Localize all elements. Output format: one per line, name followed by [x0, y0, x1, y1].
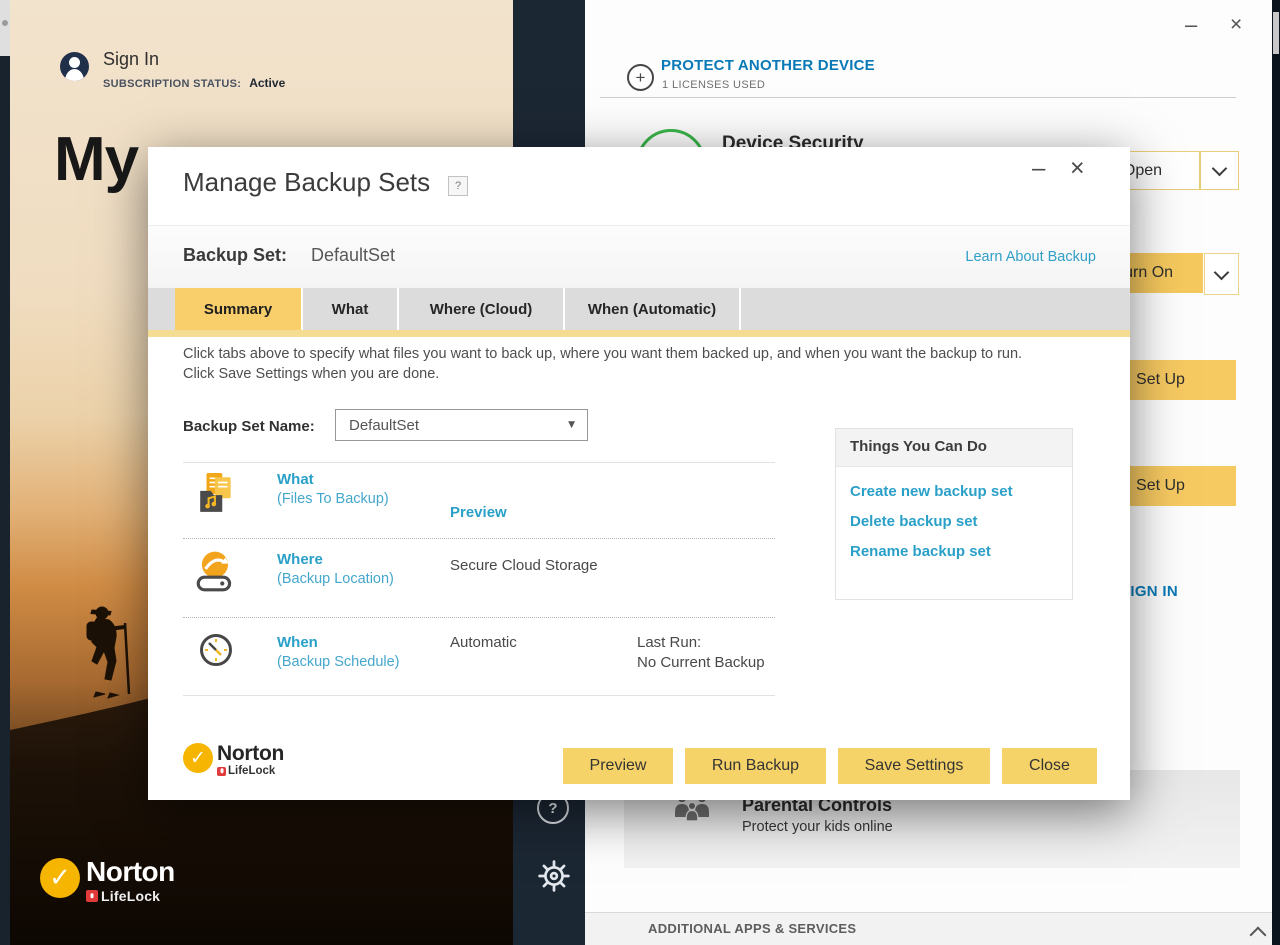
background-scrollbar-sliver: [1273, 12, 1279, 54]
sign-in-link[interactable]: Sign In: [103, 49, 159, 70]
subscription-status-label: SUBSCRIPTION STATUS:: [103, 78, 241, 90]
tab-what[interactable]: What: [303, 288, 399, 330]
dialog-description-line1: Click tabs above to specify what files y…: [183, 346, 1022, 362]
when-link[interactable]: When: [277, 634, 318, 651]
where-value: Secure Cloud Storage: [450, 557, 598, 574]
user-avatar-icon[interactable]: [60, 52, 89, 81]
open-dropdown-chevron[interactable]: [1200, 151, 1239, 190]
delete-backup-set-link[interactable]: Delete backup set: [850, 513, 978, 530]
what-link[interactable]: What: [277, 471, 314, 488]
chevron-down-icon: [1214, 264, 1230, 280]
additional-apps-label: ADDITIONAL APPS & SERVICES: [648, 921, 856, 936]
divider: [183, 695, 775, 696]
licenses-used-text: 1 LICENSES USED: [662, 79, 765, 91]
row-when: When (Backup Schedule) Automatic Last Ru…: [183, 618, 775, 695]
last-run-value: No Current Backup: [637, 654, 765, 671]
subscription-status: SUBSCRIPTION STATUS: Active: [103, 76, 285, 90]
lifelock-lock-icon: [86, 890, 98, 902]
backup-set-label: Backup Set:: [183, 245, 287, 266]
window-minimize-button[interactable]: –: [1185, 12, 1197, 38]
dialog-tab-bar: Summary What Where (Cloud) When (Automat…: [148, 288, 1130, 330]
backup-summary-rows: What (Files To Backup) Preview Where (Ba…: [183, 462, 775, 696]
save-settings-button[interactable]: Save Settings: [838, 748, 990, 784]
tab-where-cloud[interactable]: Where (Cloud): [399, 288, 565, 330]
close-button[interactable]: Close: [1002, 748, 1097, 784]
backup-set-value: DefaultSet: [311, 245, 395, 266]
norton-lifelock-logo-small: ✓ Norton LifeLock: [183, 743, 284, 777]
row-where: Where (Backup Location) Secure Cloud Sto…: [183, 539, 775, 617]
window-close-button[interactable]: ×: [1230, 13, 1242, 37]
dropdown-caret-icon: ▼: [568, 420, 575, 430]
backup-schedule-clock-icon: [198, 632, 234, 668]
protect-another-device-link[interactable]: PROTECT ANOTHER DEVICE: [661, 57, 875, 74]
tab-accent-strip: [148, 330, 1130, 337]
background-window-titlebar-sliver: [0, 0, 10, 56]
create-new-backup-set-link[interactable]: Create new backup set: [850, 483, 1013, 500]
preview-link[interactable]: Preview: [450, 504, 507, 521]
parental-controls-subtitle: Protect your kids online: [742, 819, 893, 835]
backup-location-icon: [193, 549, 239, 595]
tab-summary[interactable]: Summary: [175, 288, 303, 330]
what-sublink[interactable]: (Files To Backup): [277, 491, 389, 507]
page-title-partial: My: [54, 124, 138, 195]
background-window-edge-left: [0, 0, 10, 945]
preview-button[interactable]: Preview: [563, 748, 673, 784]
learn-about-backup-link[interactable]: Learn About Backup: [965, 249, 1096, 265]
dialog-description-line2: Click Save Settings when you are done.: [183, 366, 439, 382]
row-what: What (Files To Backup) Preview: [183, 463, 775, 538]
lifelock-logo-text: LifeLock: [228, 765, 275, 777]
last-run-label: Last Run:: [637, 634, 701, 651]
settings-gear-icon[interactable]: [536, 858, 572, 894]
where-sublink[interactable]: (Backup Location): [277, 571, 394, 587]
background-window-icon-dot: [2, 20, 8, 26]
lifelock-lock-icon: [217, 767, 226, 776]
plus-circle-icon[interactable]: +: [627, 64, 654, 91]
tab-when-automatic[interactable]: When (Automatic): [565, 288, 741, 330]
when-value: Automatic: [450, 634, 517, 651]
backup-set-name-dropdown[interactable]: DefaultSet ▼: [335, 409, 588, 441]
divider: [600, 97, 1236, 98]
lifelock-logo-text: LifeLock: [101, 888, 160, 904]
things-you-can-do-panel: Things You Can Do Create new backup set …: [835, 428, 1073, 600]
rename-backup-set-link[interactable]: Rename backup set: [850, 543, 991, 560]
norton-logo-text: Norton: [217, 743, 284, 764]
hiker-silhouette: [68, 604, 148, 699]
subscription-status-value: Active: [249, 76, 285, 90]
dialog-title: Manage Backup Sets: [183, 167, 430, 198]
run-backup-button[interactable]: Run Backup: [685, 748, 826, 784]
screen: Sign In SUBSCRIPTION STATUS: Active My ✓ …: [0, 0, 1280, 945]
norton-check-icon: ✓: [183, 743, 213, 773]
norton-check-icon: ✓: [40, 858, 80, 898]
things-panel-title: Things You Can Do: [850, 438, 987, 455]
norton-logo-text: Norton: [86, 858, 175, 886]
norton-lifelock-logo: ✓ Norton LifeLock: [40, 858, 175, 904]
dropdown-selected-value: DefaultSet: [349, 417, 419, 434]
dialog-minimize-button[interactable]: –: [1032, 155, 1045, 183]
files-to-backup-icon: [196, 471, 238, 515]
dialog-close-button[interactable]: ×: [1070, 154, 1085, 183]
when-sublink[interactable]: (Backup Schedule): [277, 654, 400, 670]
backup-set-name-label: Backup Set Name:: [183, 418, 315, 435]
turn-on-dropdown-chevron[interactable]: [1204, 253, 1239, 295]
background-window-edge-right: [1272, 0, 1280, 945]
backup-set-header-row: Backup Set: DefaultSet Learn About Backu…: [148, 225, 1130, 289]
where-link[interactable]: Where: [277, 551, 323, 568]
chevron-down-icon: [1212, 161, 1228, 177]
manage-backup-sets-dialog: Manage Backup Sets ? – × Backup Set: Def…: [148, 147, 1130, 800]
dialog-help-icon[interactable]: ?: [448, 176, 468, 196]
